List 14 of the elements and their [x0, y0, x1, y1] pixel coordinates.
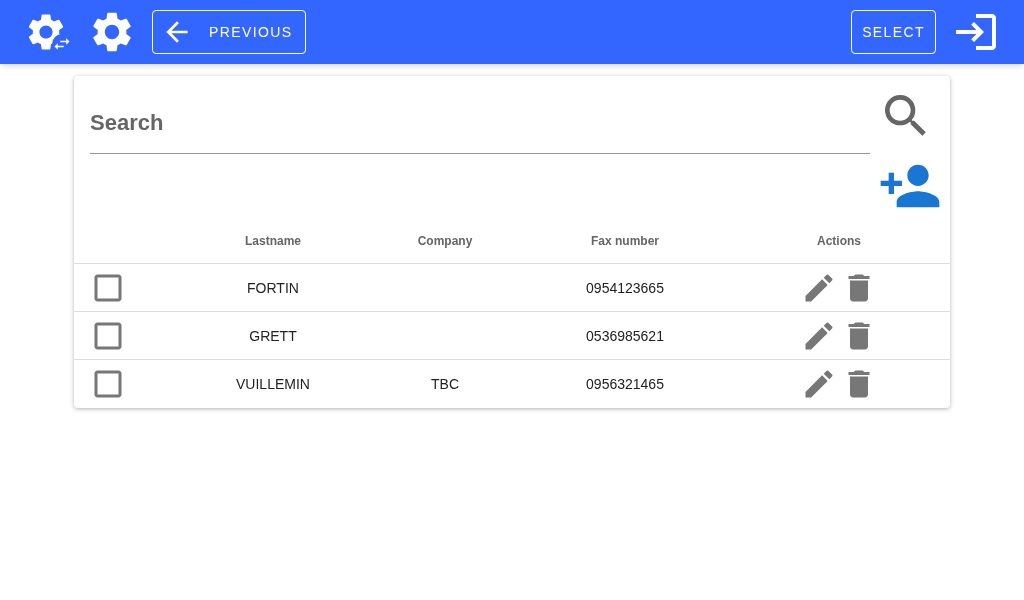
column-header: Lastname [245, 232, 301, 249]
select-button[interactable]: SELECT [851, 10, 936, 54]
table-cell-text: FORTIN [247, 278, 299, 298]
previous-button[interactable]: PREVIOUS [152, 10, 306, 54]
table-cell-text: GRETT [249, 326, 297, 346]
column-header: Company [417, 232, 473, 249]
table-cell-text: VUILLEMIN [236, 375, 310, 394]
search-field[interactable]: Search [90, 92, 870, 154]
table-cell-text: 0956321465 [586, 375, 664, 394]
column-header: Fax number [591, 232, 659, 249]
column-header: Actions [817, 232, 861, 249]
table-cell-text: 0536985621 [586, 326, 664, 346]
table-cell-text: 0954123665 [586, 278, 664, 298]
table-cell: TBC [431, 376, 459, 392]
